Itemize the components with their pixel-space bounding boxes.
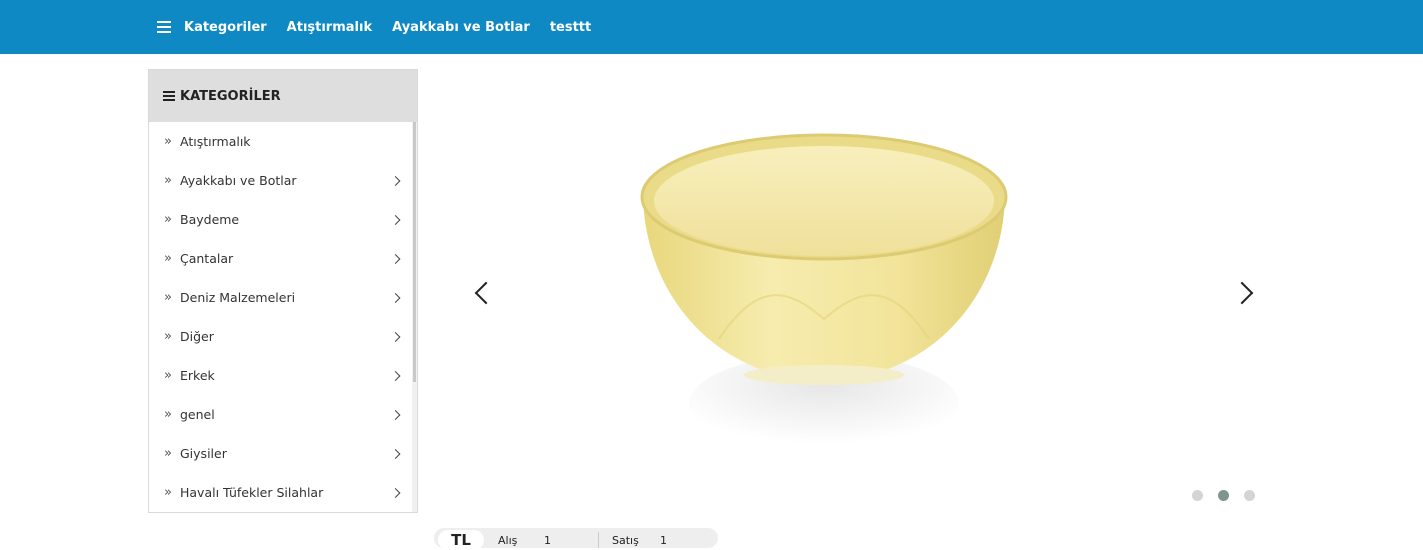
double-chevron-right-icon: » bbox=[164, 134, 172, 149]
category-item[interactable]: » Atıştırmalık bbox=[149, 122, 417, 161]
double-chevron-right-icon: » bbox=[164, 329, 172, 344]
hamburger-icon[interactable] bbox=[157, 21, 171, 33]
double-chevron-right-icon: » bbox=[164, 173, 172, 188]
chevron-right-icon[interactable] bbox=[390, 292, 401, 303]
category-item-label: Çantalar bbox=[180, 251, 234, 266]
category-item-label: Baydeme bbox=[180, 212, 240, 227]
divider bbox=[598, 532, 599, 548]
top-nav: Kategoriler Atıştırmalık Ayakkabı ve Bot… bbox=[157, 0, 611, 54]
category-item-label: Diğer bbox=[180, 329, 214, 344]
nav-atistirmalik[interactable]: Atıştırmalık bbox=[287, 20, 372, 35]
category-item[interactable]: » Diğer bbox=[149, 317, 417, 356]
chevron-right-icon[interactable] bbox=[390, 370, 401, 381]
category-item[interactable]: » Baydeme bbox=[149, 200, 417, 239]
double-chevron-right-icon: » bbox=[164, 446, 172, 461]
chevron-right-icon[interactable] bbox=[390, 448, 401, 459]
nav-testtt[interactable]: testtt bbox=[550, 20, 591, 35]
category-scrollbar-thumb[interactable] bbox=[413, 122, 416, 382]
chevron-right-icon[interactable] bbox=[1230, 281, 1254, 305]
category-item[interactable]: » Erkek bbox=[149, 356, 417, 395]
category-item[interactable]: » Çantalar bbox=[149, 239, 417, 278]
category-item-label: genel bbox=[180, 407, 215, 422]
double-chevron-right-icon: » bbox=[164, 407, 172, 422]
top-navbar: Kategoriler Atıştırmalık Ayakkabı ve Bot… bbox=[0, 0, 1423, 54]
slider-dot[interactable] bbox=[1244, 490, 1255, 501]
chevron-right-icon[interactable] bbox=[390, 331, 401, 342]
chevron-right-icon[interactable] bbox=[390, 409, 401, 420]
chevron-right-icon[interactable] bbox=[390, 487, 401, 498]
category-item[interactable]: » Giysiler bbox=[149, 434, 417, 473]
currency-bar: TL Alış 1 Satış 1 bbox=[434, 528, 718, 550]
category-item-label: Deniz Malzemeleri bbox=[180, 290, 296, 305]
double-chevron-right-icon: » bbox=[164, 368, 172, 383]
double-chevron-right-icon: » bbox=[164, 251, 172, 266]
double-chevron-right-icon: » bbox=[164, 212, 172, 227]
chevron-right-icon[interactable] bbox=[390, 214, 401, 225]
category-item-label: Atıştırmalık bbox=[180, 134, 251, 149]
double-chevron-right-icon: » bbox=[164, 485, 172, 500]
nav-kategoriler[interactable]: Kategoriler bbox=[184, 20, 267, 35]
chevron-right-icon[interactable] bbox=[390, 253, 401, 264]
chevron-left-icon[interactable] bbox=[474, 281, 498, 305]
menu-icon bbox=[163, 91, 175, 101]
slider-dot[interactable] bbox=[1218, 490, 1229, 501]
category-item-label: Giysiler bbox=[180, 446, 227, 461]
category-panel: KATEGORİLER » Atıştırmalık » Ayakkabı ve Bo… bbox=[148, 69, 418, 513]
slider-product-image bbox=[639, 129, 1009, 459]
category-item[interactable]: » Ayakkabı ve Botlar bbox=[149, 161, 417, 200]
category-item-label: Erkek bbox=[180, 368, 215, 383]
category-panel-header: KATEGORİLER bbox=[149, 70, 417, 122]
category-item[interactable]: » Deniz Malzemeleri bbox=[149, 278, 417, 317]
category-panel-title: KATEGORİLER bbox=[180, 88, 281, 104]
chevron-right-icon[interactable] bbox=[390, 175, 401, 186]
image-slider bbox=[434, 69, 1423, 513]
slider-pagination bbox=[1192, 490, 1270, 501]
currency-label: TL bbox=[438, 530, 484, 550]
slider-dot[interactable] bbox=[1192, 490, 1203, 501]
double-chevron-right-icon: » bbox=[164, 290, 172, 305]
category-item[interactable]: » Havalı Tüfekler Silahlar bbox=[149, 473, 417, 512]
category-item-label: Havalı Tüfekler Silahlar bbox=[180, 485, 324, 500]
category-item[interactable]: » genel bbox=[149, 395, 417, 434]
nav-ayakkabi-ve-botlar[interactable]: Ayakkabı ve Botlar bbox=[392, 20, 530, 35]
category-list: » Atıştırmalık » Ayakkabı ve Botlar » Baydeme… bbox=[149, 122, 417, 512]
category-item-label: Ayakkabı ve Botlar bbox=[180, 173, 297, 188]
